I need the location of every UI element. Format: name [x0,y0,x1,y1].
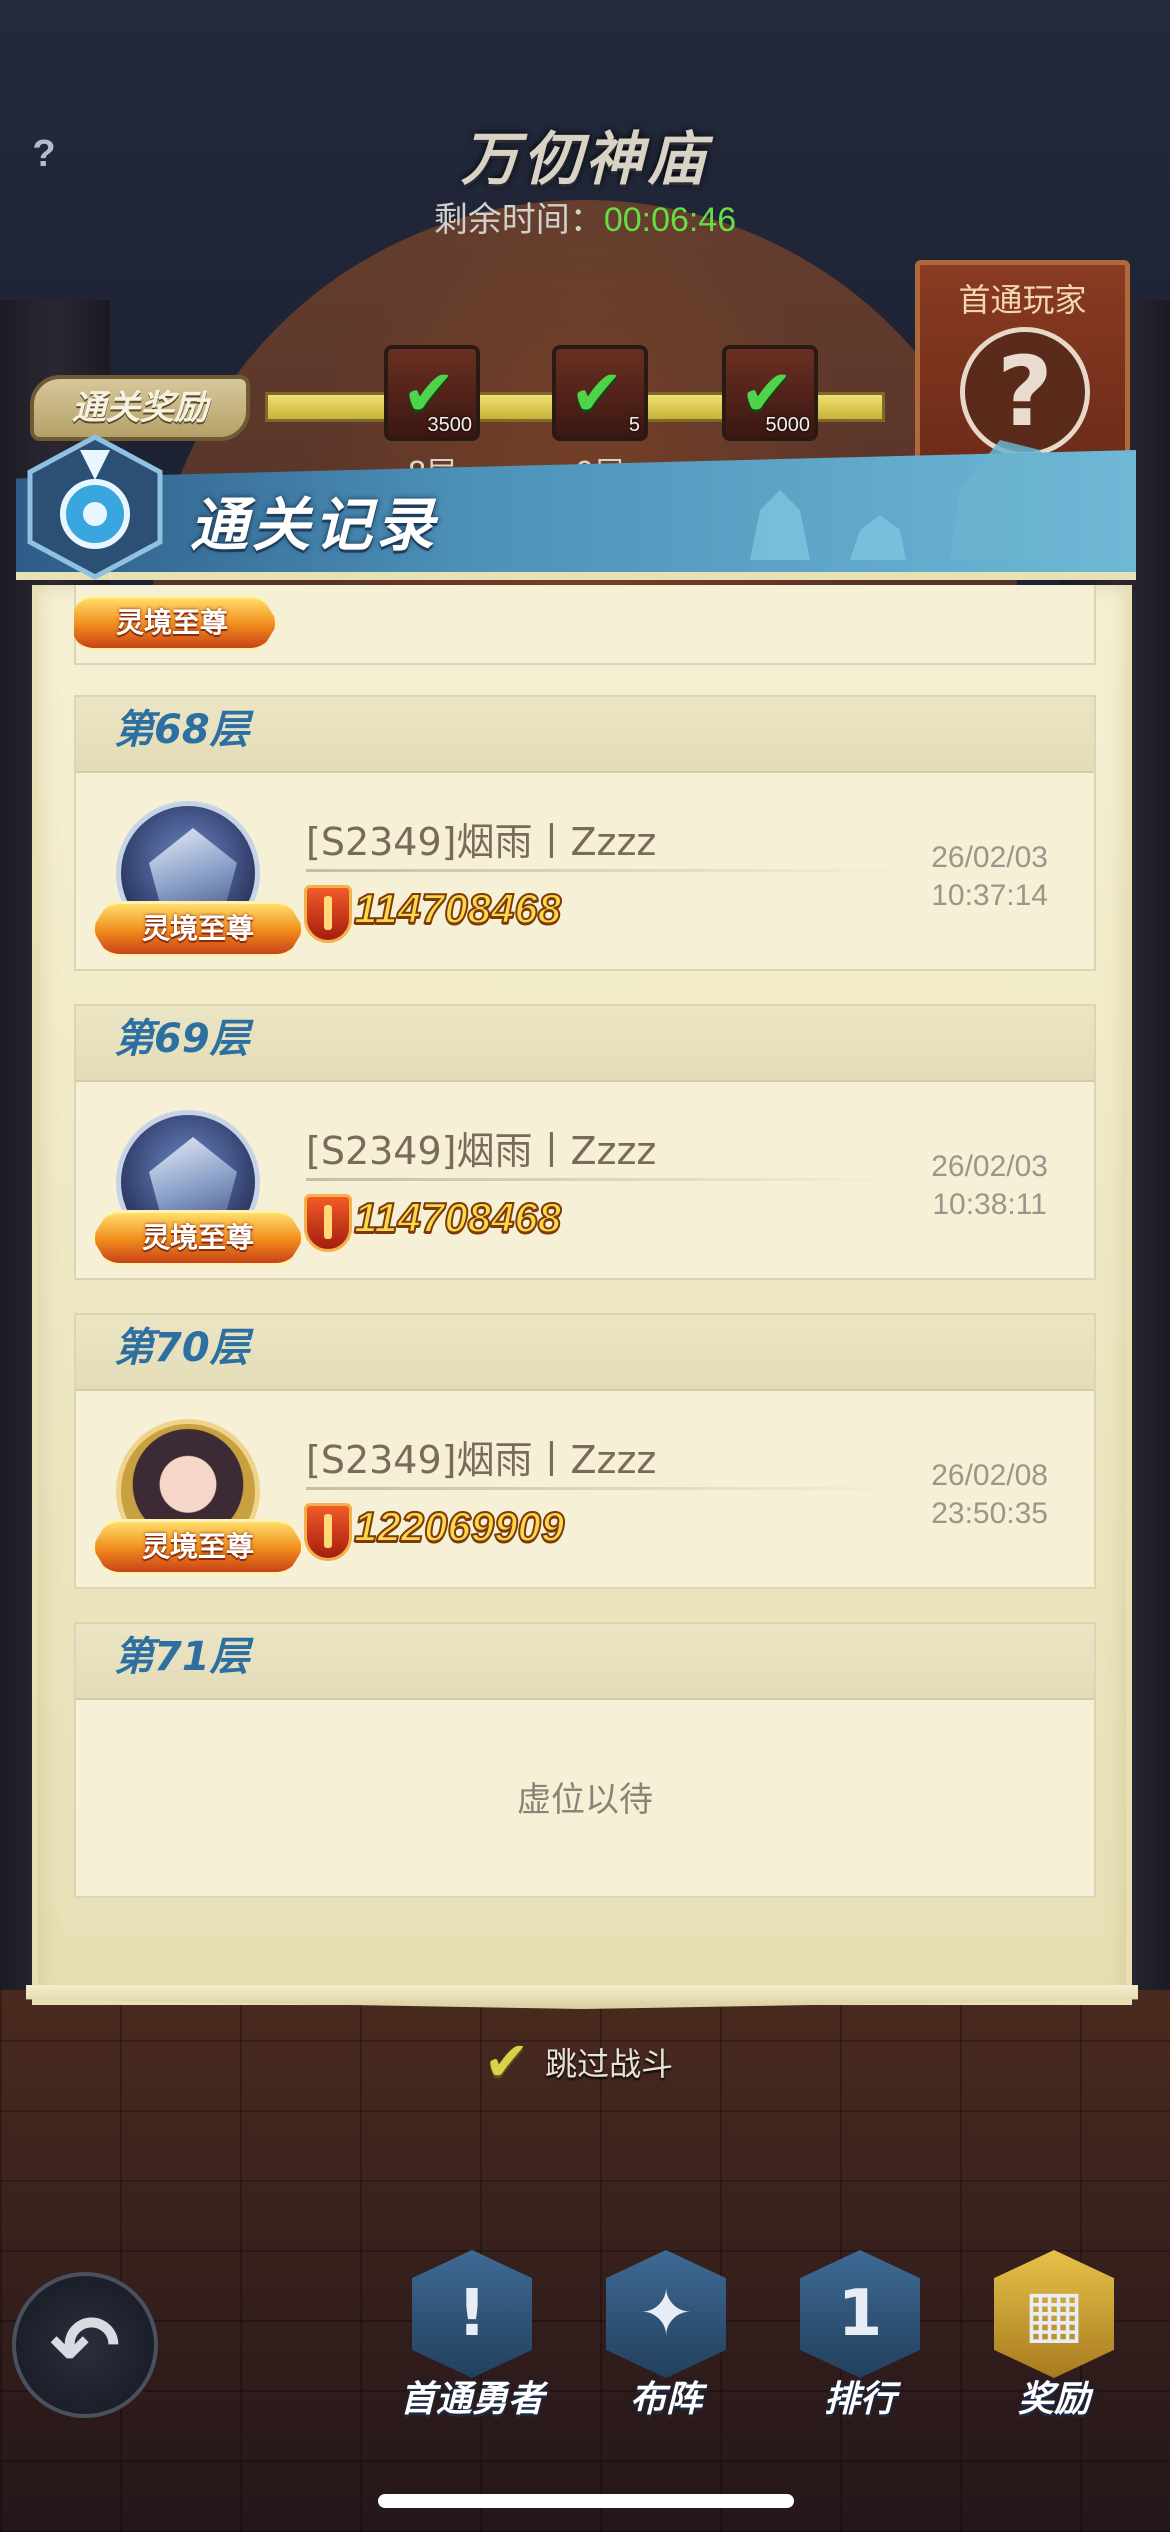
clear-date: 26/02/03 [931,1150,1048,1183]
checkmark-icon: ✔ [484,2030,530,2093]
clear-time: 10:37:14 [931,879,1048,912]
player-row[interactable]: 灵境至尊 [S2349]烟雨丨Zzzz 114708468 26/02/03 1… [76,773,1094,969]
rank-badge: 灵境至尊 [92,1210,304,1266]
combat-power: 122069909 [353,1502,565,1551]
shield-icon: ✦ [606,2250,726,2378]
clear-time: 23:50:35 [931,1497,1048,1530]
record-emblem-icon [27,434,163,580]
back-button[interactable]: ↶ [12,2272,158,2418]
formation-button[interactable]: ✦ 布阵 [576,2250,756,2430]
timer-value: 00:06:46 [603,201,737,239]
player-name: [S2349]烟雨丨Zzzz [306,820,657,864]
mascot-silhouettes-icon [750,440,1060,560]
reward-count: 3500 [427,414,473,436]
rank-badge: 灵境至尊 [92,1519,304,1575]
clear-timestamp: 26/02/08 23:50:35 [931,1457,1048,1533]
combat-power: 114708468 [353,1193,562,1242]
first-clear-heroes-label: 首通勇者 [399,2379,544,2420]
formation-label: 布阵 [629,2379,702,2420]
check-icon: ✔ [570,357,624,431]
player-row[interactable]: 灵境至尊 [S2349]烟雨丨Zzzz 114708468 26/02/03 1… [76,1082,1094,1278]
remaining-time: 剩余时间：00:06:46 [0,192,1170,241]
timer-label: 剩余时间： [433,200,604,240]
rewards-label: 奖励 [1017,2379,1090,2420]
first-clear-heroes-button[interactable]: ! 首通勇者 [382,2250,562,2430]
name-divider [306,1178,906,1181]
floor-header: 第71层 [76,1624,1094,1700]
record-card[interactable]: 第69层 灵境至尊 [S2349]烟雨丨Zzzz 114708468 26/02… [74,1004,1096,1280]
home-indicator[interactable] [378,2494,794,2508]
record-card-empty: 第71层 虚位以待 [74,1622,1096,1898]
rewards-button[interactable]: ▦ 奖励 [964,2250,1144,2430]
floor-label: 第68层 [114,707,250,753]
exclamation-icon: ! [412,2250,532,2378]
gift-box-icon: ▦ [994,2250,1114,2378]
vacant-slot-text: 虚位以待 [517,1780,653,1820]
reward-node-9[interactable]: ✔ 5 [552,345,648,441]
combat-power: 114708468 [353,884,562,933]
page-title: 万仞神庙 [460,125,709,193]
reward-node-8[interactable]: ✔ 3500 [384,345,480,441]
floor-label: 第70层 [114,1325,250,1371]
clear-timestamp: 26/02/03 10:38:11 [931,1148,1048,1224]
clear-date: 26/02/03 [931,841,1048,874]
record-card[interactable]: 第70层 灵境至尊 [S2349]烟雨丨Zzzz 122069909 26/02… [74,1313,1096,1589]
reward-count: 5 [628,414,640,436]
panel-title: 通关记录 [190,491,439,559]
record-card[interactable]: 第68层 灵境至尊 [S2349]烟雨丨Zzzz 114708468 26/02… [74,695,1096,971]
player-row[interactable]: 灵境至尊 [S2349]烟雨丨Zzzz 122069909 26/02/08 2… [76,1391,1094,1587]
ranking-button[interactable]: 1 排行 [770,2250,950,2430]
floor-header: 第68层 [76,697,1094,773]
record-list[interactable]: 灵境至尊 第68层 灵境至尊 [S2349]烟雨丨Zzzz 114708468 … [74,585,1096,1940]
player-name: [S2349]烟雨丨Zzzz [306,1438,657,1482]
ranking-label: 排行 [823,2379,896,2420]
floor-label: 第69层 [114,1016,250,1062]
skip-battle-label: 跳过战斗 [545,2044,674,2083]
clear-timestamp: 26/02/03 10:37:14 [931,839,1048,915]
name-divider [306,1487,906,1490]
power-shield-icon [304,1503,352,1561]
name-divider [306,869,906,872]
first-clear-label: 首通玩家 [958,281,1087,319]
record-card-partial: 灵境至尊 [74,585,1096,665]
power-shield-icon [304,1194,352,1252]
clear-date: 26/02/08 [931,1459,1048,1492]
player-name: [S2349]烟雨丨Zzzz [306,1129,657,1173]
clear-time: 10:38:11 [932,1188,1047,1221]
floor-label: 第71层 [114,1634,250,1680]
floor-header: 第70层 [76,1315,1094,1391]
rank-badge: 灵境至尊 [92,901,304,957]
skip-battle-toggle[interactable]: ✔ 跳过战斗 [484,2030,674,2093]
rank-badge: 灵境至尊 [74,595,278,651]
power-shield-icon [304,885,352,943]
floor-header: 第69层 [76,1006,1094,1082]
podium-icon: 1 [800,2250,920,2378]
